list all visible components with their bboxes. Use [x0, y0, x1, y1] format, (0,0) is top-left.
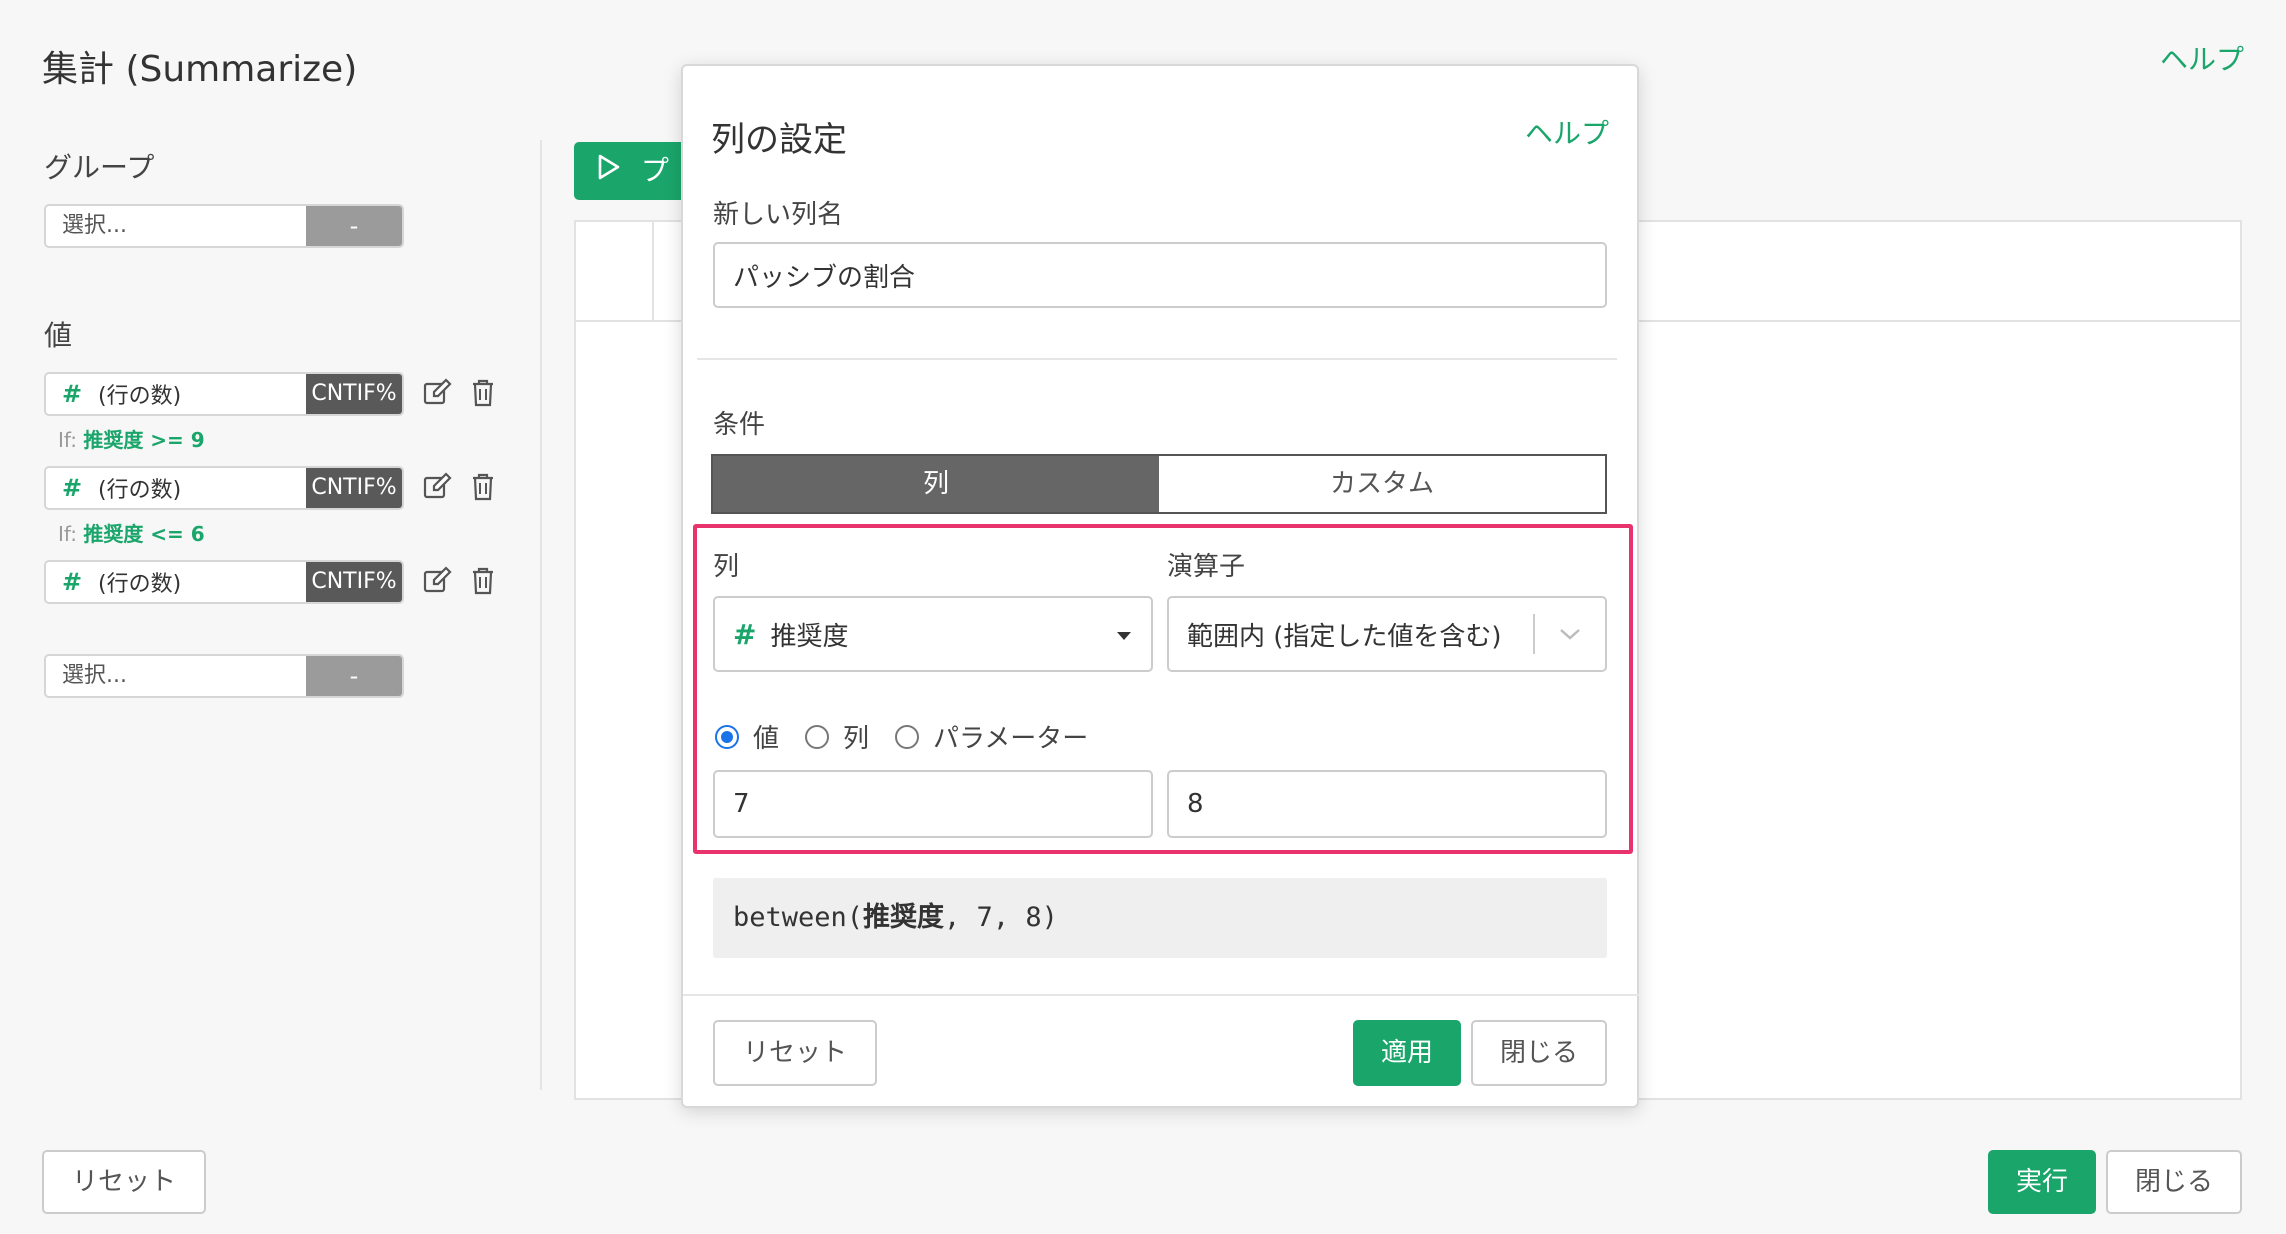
aggregation-type[interactable]: CNTIF%	[306, 468, 402, 508]
operator-select-value: 範囲内 (指定した値を含む)	[1187, 621, 1502, 652]
value-column-name: (行の数)	[98, 384, 182, 409]
value-select-placeholder: 選択...	[62, 663, 127, 688]
operator-select[interactable]: 範囲内 (指定した値を含む)	[1167, 596, 1607, 672]
close-button[interactable]: 閉じる	[2106, 1150, 2242, 1214]
panel-divider	[540, 140, 542, 1090]
radio-value[interactable]	[715, 724, 739, 749]
value-item[interactable]: # (行の数) CNTIF%	[44, 466, 404, 510]
value-type-radio-group: 値 列 パラメーター	[715, 718, 1088, 755]
value-item[interactable]: # (行の数) CNTIF%	[44, 560, 404, 604]
number-type-icon: #	[733, 617, 757, 651]
tab-custom[interactable]: カスタム	[1159, 456, 1605, 512]
value-item[interactable]: # (行の数) CNTIF%	[44, 372, 404, 416]
dialog-divider	[697, 358, 1617, 360]
preview-button-label: プ	[640, 154, 669, 187]
dialog-reset-button[interactable]: リセット	[713, 1020, 877, 1086]
run-button[interactable]: 実行	[1988, 1150, 2096, 1214]
tab-column[interactable]: 列	[713, 456, 1159, 512]
range-start-value: 7	[733, 789, 750, 819]
edit-icon[interactable]	[420, 376, 454, 410]
column-settings-dialog: 列の設定 ヘルプ 新しい列名 パッシブの割合 条件 列 カスタム 列 演算子 #…	[681, 64, 1639, 1108]
radio-column-label: 列	[843, 724, 870, 754]
aggregation-type[interactable]: CNTIF%	[306, 562, 402, 602]
dialog-help-link[interactable]: ヘルプ	[1525, 112, 1609, 152]
dialog-close-button[interactable]: 閉じる	[1471, 1020, 1607, 1086]
value-column-name: (行の数)	[98, 478, 182, 503]
play-icon	[596, 143, 622, 201]
number-type-icon: #	[62, 474, 83, 502]
apply-button[interactable]: 適用	[1353, 1020, 1461, 1086]
trash-icon[interactable]	[466, 470, 500, 504]
value-condition: If: 推奨度 >= 9	[58, 428, 205, 452]
column-label: 列	[713, 552, 740, 582]
edit-icon[interactable]	[420, 564, 454, 598]
range-end-input[interactable]: 8	[1167, 770, 1607, 838]
value-condition: If: 推奨度 <= 6	[58, 522, 205, 546]
value-select[interactable]: 選択... -	[44, 654, 404, 698]
condition-tabs: 列 カスタム	[711, 454, 1607, 514]
column-select[interactable]: # 推奨度	[713, 596, 1153, 672]
number-type-icon: #	[62, 568, 83, 596]
group-remove-button[interactable]: -	[306, 206, 402, 246]
trash-icon[interactable]	[466, 564, 500, 598]
edit-icon[interactable]	[420, 470, 454, 504]
condition-label: 条件	[713, 410, 766, 440]
radio-parameter[interactable]	[895, 724, 920, 749]
trash-icon[interactable]	[466, 376, 500, 410]
new-column-name-value: パッシブの割合	[733, 262, 916, 293]
dialog-footer-divider	[683, 994, 1639, 996]
range-start-input[interactable]: 7	[713, 770, 1153, 838]
dialog-title: 列の設定	[711, 120, 847, 160]
value-column-name: (行の数)	[98, 572, 182, 597]
reset-button[interactable]: リセット	[42, 1150, 206, 1214]
new-column-name-input[interactable]: パッシブの割合	[713, 242, 1607, 308]
range-end-value: 8	[1187, 789, 1204, 819]
value-label: 値	[44, 319, 73, 352]
radio-parameter-label: パラメーター	[933, 724, 1089, 754]
group-label: グループ	[44, 151, 155, 184]
chevron-down-icon	[1535, 627, 1605, 641]
number-type-icon: #	[62, 380, 83, 408]
value-remove-button[interactable]: -	[306, 656, 402, 696]
column-select-value: 推奨度	[770, 621, 849, 652]
group-select-placeholder: 選択...	[62, 213, 127, 238]
new-column-label: 新しい列名	[713, 200, 844, 230]
expression-preview: between(推奨度, 7, 8)	[713, 878, 1607, 958]
operator-label: 演算子	[1167, 552, 1246, 582]
page-title: 集計 (Summarize)	[42, 49, 358, 90]
group-select[interactable]: 選択... -	[44, 204, 404, 248]
help-link[interactable]: ヘルプ	[2160, 38, 2244, 78]
caret-down-icon	[1115, 619, 1133, 649]
radio-column[interactable]	[805, 724, 830, 749]
radio-value-label: 値	[753, 724, 780, 754]
aggregation-type[interactable]: CNTIF%	[306, 374, 402, 414]
